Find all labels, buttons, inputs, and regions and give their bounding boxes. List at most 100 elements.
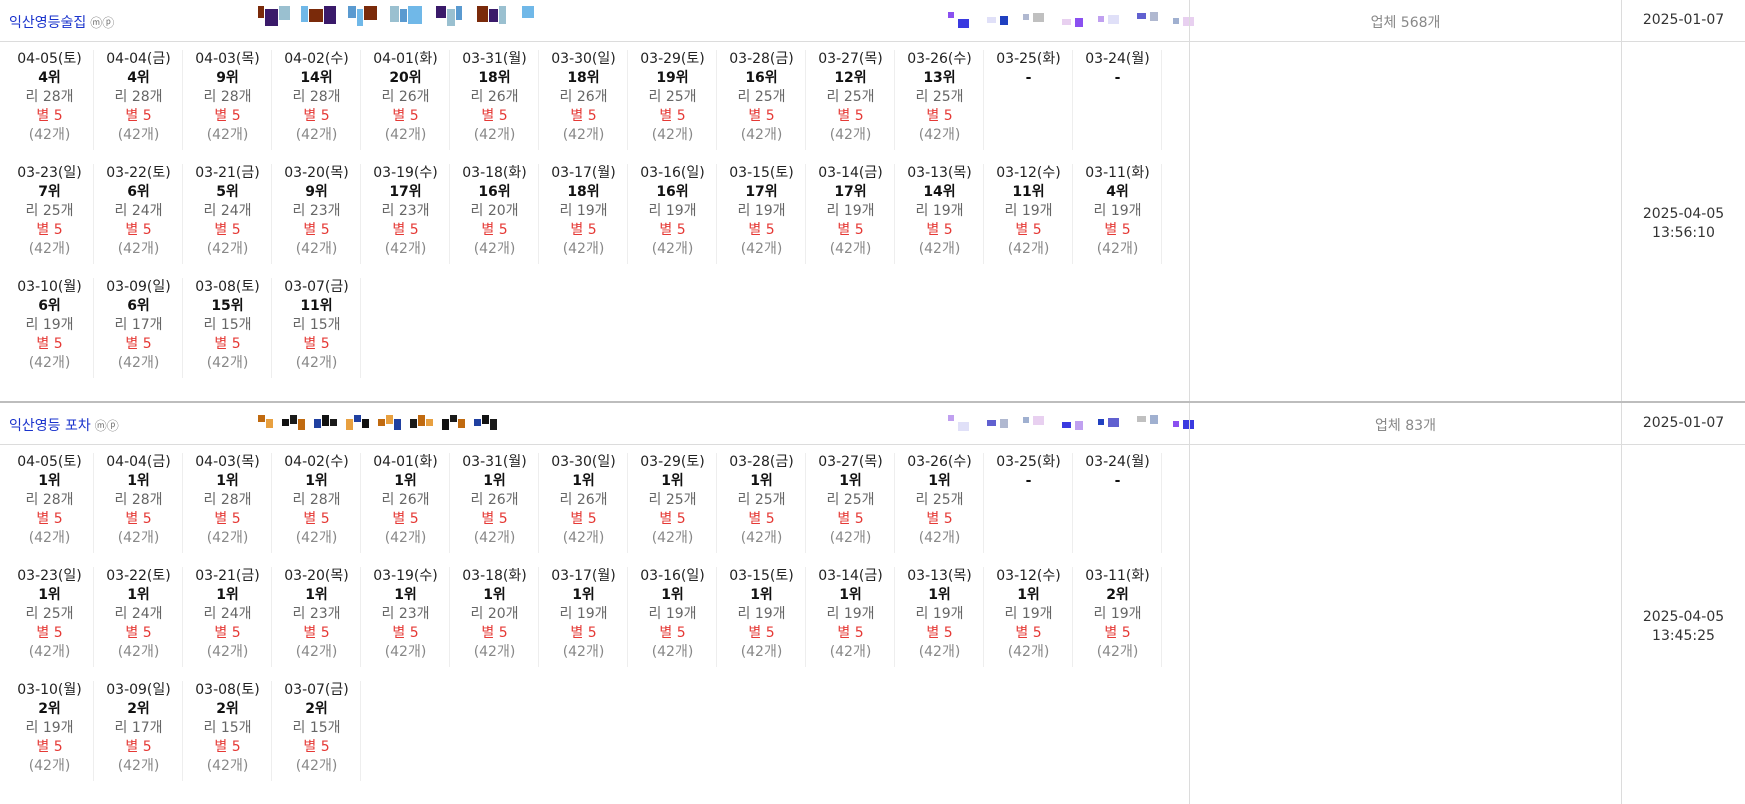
day-rank-cell: 03-28(금) 1위 리 25개 별 5 (42개)	[718, 453, 806, 553]
store-history: 2025-04-05 13:56:10 04-05(토) 4위 리 28개 별 5 (42개…	[0, 42, 1745, 401]
day-rank-cell: 03-19(수) 1위 리 23개 별 5 (42개)	[362, 567, 450, 667]
day-date: 03-20(목)	[284, 165, 349, 181]
rank-row: 03-10(월) 2위 리 19개 별 5 (42개) 03-09(일) 2위 리 17개 별 …	[6, 681, 1186, 783]
review-count: 리 26개	[470, 492, 519, 508]
review-count: 리 24개	[114, 606, 163, 622]
store-header: 익산영등 포차 ⓜⓟ 업체 83개 2025-01-07	[0, 403, 1745, 445]
rating-count: (42개)	[562, 127, 605, 143]
day-rank: 1위	[839, 587, 862, 603]
day-rank: 16위	[478, 184, 511, 200]
day-rank-cell: 03-20(목) 9위 리 23개 별 5 (42개)	[273, 164, 361, 264]
star-rating: 별 5	[748, 625, 775, 641]
rating-count: (42개)	[562, 241, 605, 257]
day-rank: 11위	[1012, 184, 1045, 200]
star-rating: 별 5	[125, 336, 152, 352]
day-rank-cell: 04-04(금) 4위 리 28개 별 5 (42개)	[95, 50, 183, 150]
day-rank: 18위	[478, 70, 511, 86]
day-rank: 1위	[38, 587, 61, 603]
day-rank: 2위	[127, 701, 150, 717]
rating-count: (42개)	[206, 530, 249, 546]
day-date: 03-21(금)	[195, 568, 260, 584]
day-date: 03-15(토)	[729, 165, 794, 181]
review-count: 리 15개	[203, 720, 252, 736]
store-badges: ⓜⓟ	[90, 16, 115, 30]
day-rank-cell: 04-04(금) 1위 리 28개 별 5 (42개)	[95, 453, 183, 553]
column-separator	[1189, 445, 1190, 804]
star-rating: 별 5	[125, 511, 152, 527]
rating-count: (42개)	[28, 530, 71, 546]
day-rank-cell: 03-21(금) 1위 리 24개 별 5 (42개)	[184, 567, 272, 667]
review-count: 리 25개	[826, 492, 875, 508]
day-rank: 1위	[38, 473, 61, 489]
day-rank: -	[1114, 70, 1121, 86]
day-rank: 1위	[661, 587, 684, 603]
store-name-link[interactable]: 익산영등술집 ⓜⓟ	[9, 12, 114, 32]
day-rank: 1위	[127, 587, 150, 603]
day-rank-cell: 03-15(토) 17위 리 19개 별 5 (42개)	[718, 164, 806, 264]
day-date: 04-04(금)	[106, 51, 171, 67]
day-rank: 2위	[38, 701, 61, 717]
day-rank: -	[1025, 473, 1032, 489]
day-date: 03-22(토)	[106, 165, 171, 181]
day-rank-cell: 03-12(수) 11위 리 19개 별 5 (42개)	[985, 164, 1073, 264]
star-rating: 별 5	[36, 108, 63, 124]
review-count: 리 25개	[826, 89, 875, 105]
star-rating: 별 5	[570, 222, 597, 238]
review-count: 리 25개	[737, 492, 786, 508]
day-date: 03-07(금)	[284, 279, 349, 295]
day-date: 03-28(금)	[729, 51, 794, 67]
day-date: 03-15(토)	[729, 568, 794, 584]
day-rank: 1위	[127, 473, 150, 489]
review-count: 리 19개	[826, 203, 875, 219]
review-count: 리 25개	[25, 606, 74, 622]
rating-count: (42개)	[1096, 241, 1139, 257]
rating-count: (42개)	[295, 758, 338, 774]
day-rank: 16위	[656, 184, 689, 200]
star-rating: 별 5	[748, 108, 775, 124]
day-date: 03-07(금)	[284, 682, 349, 698]
day-rank: 14위	[923, 184, 956, 200]
review-count: 리 19개	[559, 606, 608, 622]
rating-count: (42개)	[473, 127, 516, 143]
review-count: 리 25개	[648, 492, 697, 508]
day-rank-cell: 03-17(월) 1위 리 19개 별 5 (42개)	[540, 567, 628, 667]
day-rank-cell: 03-10(월) 6위 리 19개 별 5 (42개)	[6, 278, 94, 378]
review-count: 리 23개	[292, 606, 341, 622]
day-date: 03-18(화)	[462, 165, 527, 181]
star-rating: 별 5	[659, 108, 686, 124]
star-rating: 별 5	[926, 108, 953, 124]
day-date: 03-18(화)	[462, 568, 527, 584]
review-count: 리 15개	[203, 317, 252, 333]
day-rank-cell: 03-15(토) 1위 리 19개 별 5 (42개)	[718, 567, 806, 667]
rating-count: (42개)	[918, 644, 961, 660]
rating-count: (42개)	[206, 127, 249, 143]
review-count: 리 28개	[25, 492, 74, 508]
day-rank: 1위	[483, 587, 506, 603]
star-rating: 별 5	[392, 625, 419, 641]
star-rating: 별 5	[392, 511, 419, 527]
rating-count: (42개)	[473, 241, 516, 257]
rating-count: (42개)	[295, 355, 338, 371]
day-rank-cell: 03-21(금) 5위 리 24개 별 5 (42개)	[184, 164, 272, 264]
rating-count: (42개)	[740, 530, 783, 546]
day-rank: 17위	[745, 184, 778, 200]
day-rank-cell: 03-09(일) 6위 리 17개 별 5 (42개)	[95, 278, 183, 378]
star-rating: 별 5	[36, 511, 63, 527]
rating-count: (42개)	[1007, 644, 1050, 660]
store-name-link[interactable]: 익산영등 포차 ⓜⓟ	[9, 415, 119, 435]
day-date: 03-17(월)	[551, 568, 616, 584]
store-block: 익산영등술집 ⓜⓟ 업체 568개 2025-01-07 2025-04-05 13:56…	[0, 0, 1745, 401]
day-rank-cell: 03-23(일) 1위 리 25개 별 5 (42개)	[6, 567, 94, 667]
day-rank: -	[1025, 70, 1032, 86]
store-name[interactable]: 익산영등 포차	[9, 418, 91, 434]
day-rank: 1위	[483, 473, 506, 489]
day-date: 03-23(일)	[17, 568, 82, 584]
last-updated-time: 13:56:10	[1652, 225, 1715, 241]
store-name[interactable]: 익산영등술집	[9, 15, 86, 31]
star-rating: 별 5	[1015, 222, 1042, 238]
review-count: 리 23개	[381, 203, 430, 219]
day-rank: 1위	[928, 587, 951, 603]
day-date: 03-27(목)	[818, 51, 883, 67]
day-rank-cell: 04-05(토) 4위 리 28개 별 5 (42개)	[6, 50, 94, 150]
store-header: 익산영등술집 ⓜⓟ 업체 568개 2025-01-07	[0, 0, 1745, 42]
